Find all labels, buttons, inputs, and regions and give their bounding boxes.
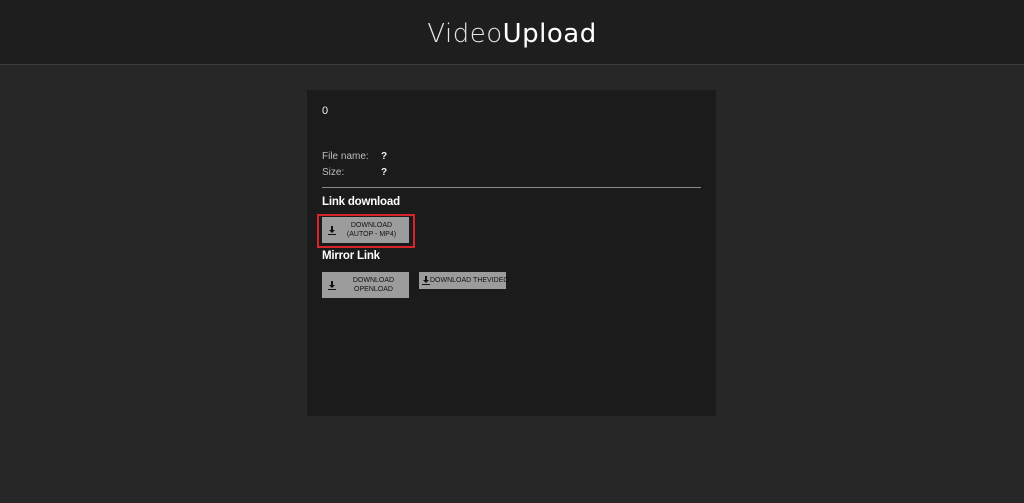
download-icon bbox=[422, 276, 430, 285]
file-name-value: ? bbox=[381, 151, 388, 162]
highlight-box bbox=[317, 214, 415, 248]
site-logo[interactable]: VideoUpload bbox=[0, 17, 1024, 51]
logo-bold-text: Upload bbox=[502, 19, 597, 49]
link-download-title: Link download bbox=[322, 196, 400, 208]
counter-value: 0 bbox=[322, 105, 329, 117]
file-name-row: File name: ? bbox=[322, 151, 387, 162]
download-openload-label: DOWNLOAD OPENLOAD bbox=[352, 277, 395, 293]
size-label: Size: bbox=[322, 167, 345, 178]
size-row: Size: ? bbox=[322, 167, 387, 178]
file-name-label: File name: bbox=[322, 151, 369, 162]
size-value: ? bbox=[381, 167, 388, 178]
divider bbox=[322, 187, 701, 188]
download-thevideo-label: DOWNLOAD THEVIDEO bbox=[430, 277, 509, 284]
mirror-link-title: Mirror Link bbox=[322, 250, 380, 262]
logo-light-text: Video bbox=[427, 19, 503, 49]
download-thevideo-button[interactable]: DOWNLOAD THEVIDEO bbox=[419, 272, 509, 289]
download-panel: 0 File name: ? Size: ? Link download DOW… bbox=[307, 90, 716, 416]
download-openload-button[interactable]: DOWNLOAD OPENLOAD bbox=[322, 272, 409, 298]
site-header: VideoUpload bbox=[0, 0, 1024, 65]
download-icon bbox=[326, 280, 338, 290]
